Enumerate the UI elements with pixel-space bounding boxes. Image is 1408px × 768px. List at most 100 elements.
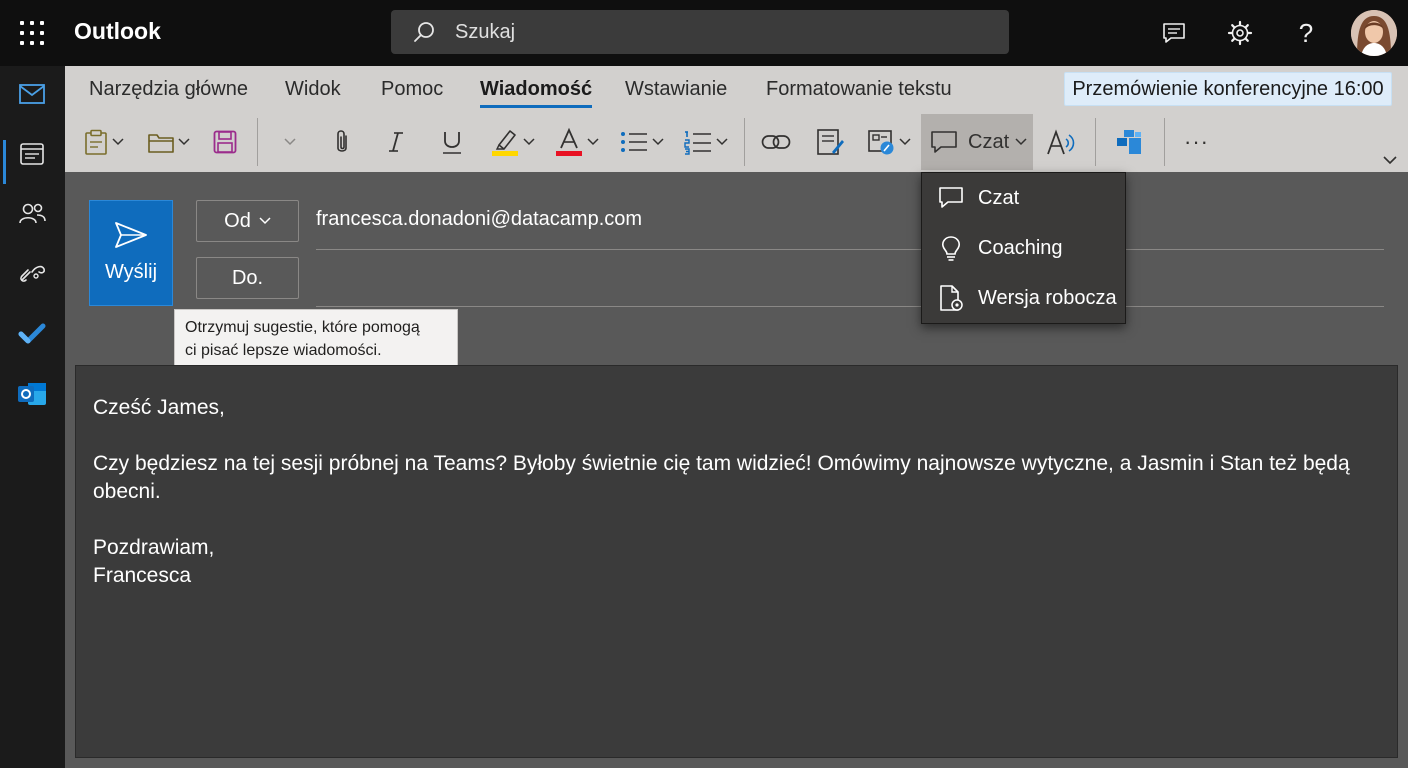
highlighter-icon [492,130,518,156]
chevron-down-icon [716,138,728,146]
attach-button[interactable] [333,120,351,164]
send-button[interactable]: Wyślij [89,200,173,306]
underline-icon [443,132,461,154]
todo-check-icon[interactable] [12,314,52,354]
numbering-button[interactable] [684,120,728,164]
link-icon [761,135,791,149]
tab-insert[interactable]: Wstawianie [625,78,727,112]
apps-button[interactable] [1115,120,1145,164]
top-bar: Outlook ? [0,0,1408,66]
menu-item-label: Wersja robocza [978,286,1117,309]
feedback-icon[interactable] [1160,19,1188,47]
tab-home[interactable]: Narzędzia główne [89,78,248,112]
czat-button-label: Czat [968,130,1010,153]
tooltip-line: ci pisać lepsze wiadomości. [185,342,382,359]
italic-button[interactable] [386,120,406,164]
message-greeting: Cześć James, [93,396,225,419]
from-field-underline [316,249,1384,250]
font-color-button[interactable] [555,120,599,164]
people-icon[interactable] [12,193,52,233]
menu-item-czat[interactable]: Czat [922,175,1127,221]
tooltip: Otrzymuj sugestie, które pomogą ci pisać… [174,309,458,371]
toolbar-divider [1095,118,1096,166]
highlight-button[interactable] [491,120,535,164]
chevron-down-icon [178,138,190,146]
bullet-list-icon [621,132,647,152]
menu-item-label: Coaching [978,236,1063,259]
apps-icon [1117,130,1141,154]
mail-icon[interactable] [12,74,52,114]
move-folder-button[interactable] [148,120,190,164]
chevron-down-icon [899,138,911,146]
tab-message[interactable]: Wiadomość [480,78,593,112]
draft-document-icon [940,285,963,311]
search-icon [414,22,434,42]
more-options-button[interactable]: ··· [1184,120,1209,164]
underline-button[interactable] [441,120,463,164]
link-button[interactable] [761,120,791,164]
toolbar-divider [257,118,258,166]
editor-button[interactable] [867,120,911,164]
from-button-label: Od [224,209,251,232]
read-aloud-button[interactable] [1046,120,1078,164]
tab-view[interactable]: Widok [285,78,341,112]
menu-item-coaching[interactable]: Coaching [922,225,1127,271]
to-button-label: Do. [231,266,264,289]
to-button[interactable]: Do. [196,257,299,299]
rail-active-indicator [3,140,6,184]
message-paragraph: Czy będziesz na tej sesji próbnej na Tea… [93,452,1350,503]
attach-link-icon[interactable] [12,252,52,292]
clipboard-icon [85,129,107,155]
chevron-down-icon [284,138,296,146]
chevron-down-icon [587,138,599,146]
chat-icon [939,187,963,208]
chevron-down-icon [523,138,535,146]
ribbon-expand-chevron-icon[interactable] [1382,152,1398,170]
app-launcher-icon[interactable] [20,21,44,45]
chevron-down-icon [112,138,124,146]
avatar[interactable] [1351,10,1397,56]
form-editor-icon [868,130,894,155]
read-aloud-icon [1047,129,1075,155]
outlook-logo-icon[interactable] [12,374,52,414]
gear-icon[interactable] [1226,19,1254,47]
paperclip-icon [337,130,347,152]
message-signature: Francesca [93,564,192,587]
chevron-down-icon [259,217,271,225]
signature-icon [817,129,844,155]
chevron-down-icon [1015,138,1027,146]
menu-item-label: Czat [978,186,1020,209]
search-box[interactable] [391,10,1009,54]
save-button[interactable] [213,120,237,164]
save-icon [213,130,237,154]
to-field-underline[interactable] [316,306,1384,307]
tab-format-text[interactable]: Formatowanie tekstu [766,78,952,112]
tooltip-line: Otrzymuj sugestie, które pomogą [185,319,420,336]
menu-item-wersja-robocza[interactable]: Wersja robocza [922,275,1127,321]
chat-icon [931,131,957,153]
send-button-label: Wyślij [104,261,158,283]
tab-help[interactable]: Pomoc [381,78,443,112]
paste-button[interactable] [84,120,124,164]
numbered-list-icon [684,131,711,155]
toolbar-divider [1164,118,1165,166]
message-body[interactable]: Cześć James, Czy będziesz na tej sesji p… [75,365,1398,758]
app-rail [0,66,65,768]
help-icon[interactable]: ? [1292,19,1320,47]
bullets-button[interactable] [620,120,664,164]
from-button[interactable]: Od [196,200,299,242]
message-closing: Pozdrawiam, [93,536,215,559]
send-icon [115,222,147,248]
meeting-reminder[interactable]: Przemówienie konferencyjne 16:00 [1064,72,1392,106]
font-dropdown-button[interactable] [284,120,296,164]
czat-button[interactable]: Czat [921,114,1033,170]
search-input[interactable] [455,10,995,54]
signature-button[interactable] [816,120,844,164]
app-title: Outlook [74,18,161,44]
chevron-down-icon [652,138,664,146]
czat-dropdown-menu: Czat Coaching Wersja robocza [921,172,1126,324]
folder-icon [148,134,174,153]
toolbar-divider [744,118,745,166]
calendar-icon[interactable] [12,134,52,174]
from-address: francesca.donadoni@datacamp.com [316,208,643,230]
